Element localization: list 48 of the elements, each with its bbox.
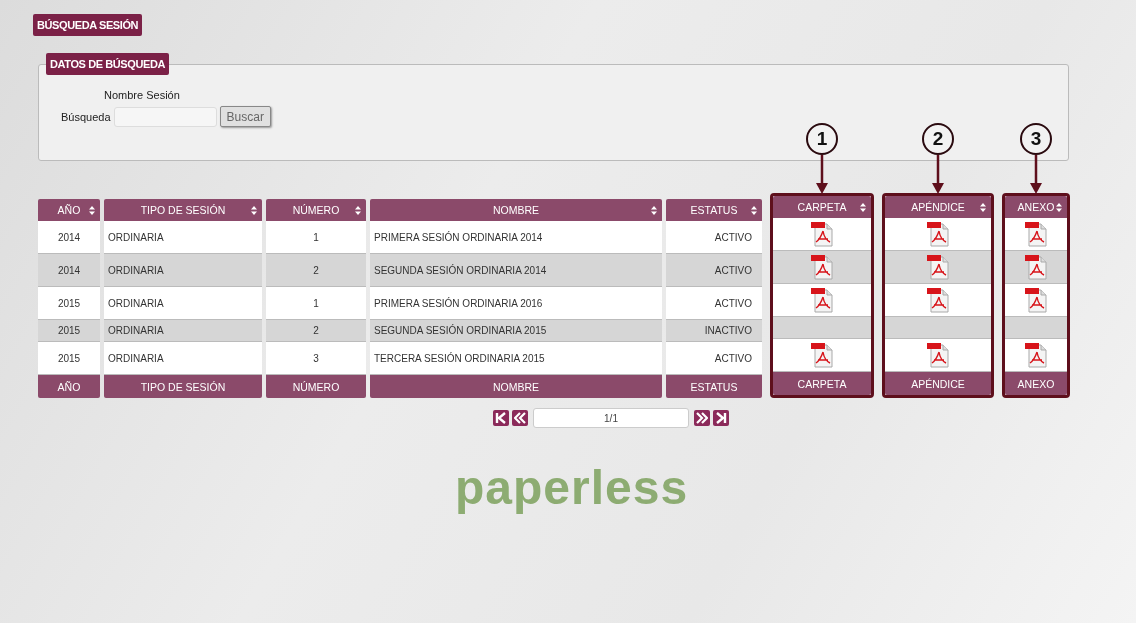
table-cell: SEGUNDA SESIÓN ORDINARIA 2014 [370,254,662,287]
column-footer: ESTATUS [666,375,762,398]
page-title: BÚSQUEDA SESIÓN [33,14,143,36]
table-cell: ACTIVO [666,287,762,320]
column-footer: TIPO DE SESIÓN [104,375,262,398]
column-footer: APÉNDICE [885,372,991,395]
table-cell: 1 [266,221,366,254]
table-cell: SEGUNDA SESIÓN ORDINARIA 2015 [370,320,662,342]
table-cell: TERCERA SESIÓN ORDINARIA 2015 [370,342,662,375]
table-cell: PRIMERA SESIÓN ORDINARIA 2016 [370,287,662,320]
table-cell: 2014 [38,254,100,287]
column-footer: NOMBRE [370,375,662,398]
table-cell: PRIMERA SESIÓN ORDINARIA 2014 [370,221,662,254]
table-cell: INACTIVO [666,320,762,342]
panel-legend: DATOS DE BÚSQUEDA [46,53,170,75]
column-header[interactable]: NÚMERO [266,199,366,221]
logo-text: paperless [455,460,689,515]
column-header[interactable]: NOMBRE [370,199,662,221]
column-footer: CARPETA [773,372,871,395]
table-cell: 3 [266,342,366,375]
table-cell: ACTIVO [666,342,762,375]
search-button[interactable]: Buscar [219,106,271,127]
table-cell: ORDINARIA [104,254,262,287]
column-header[interactable]: TIPO DE SESIÓN [104,199,262,221]
column-header[interactable]: CARPETA [773,196,871,218]
column-footer: NÚMERO [266,375,366,398]
page-indicator[interactable]: 1/1 [533,408,689,428]
table-cell: 2014 [38,221,100,254]
table-cell: ACTIVO [666,221,762,254]
column-header[interactable]: ESTATUS [666,199,762,221]
table-cell: ORDINARIA [104,342,262,375]
table-cell: 1 [266,287,366,320]
table-cell: 2 [266,254,366,287]
table-cell: 2015 [38,287,100,320]
column-header[interactable]: APÉNDICE [885,196,991,218]
table-cell: ACTIVO [666,254,762,287]
table-cell: 2 [266,320,366,342]
table-cell: ORDINARIA [104,287,262,320]
table-cell: ORDINARIA [104,320,262,342]
table-cell: 2015 [38,320,100,342]
column-footer: AÑO [38,375,100,398]
column-footer: ANEXO [1005,372,1067,395]
table-cell: ORDINARIA [104,221,262,254]
field-heading: Nombre Sesión [104,89,181,101]
search-label: Búsqueda [61,110,111,123]
table-cell: 2015 [38,342,100,375]
column-header[interactable]: AÑO [38,199,100,221]
column-header[interactable]: ANEXO [1005,196,1067,218]
